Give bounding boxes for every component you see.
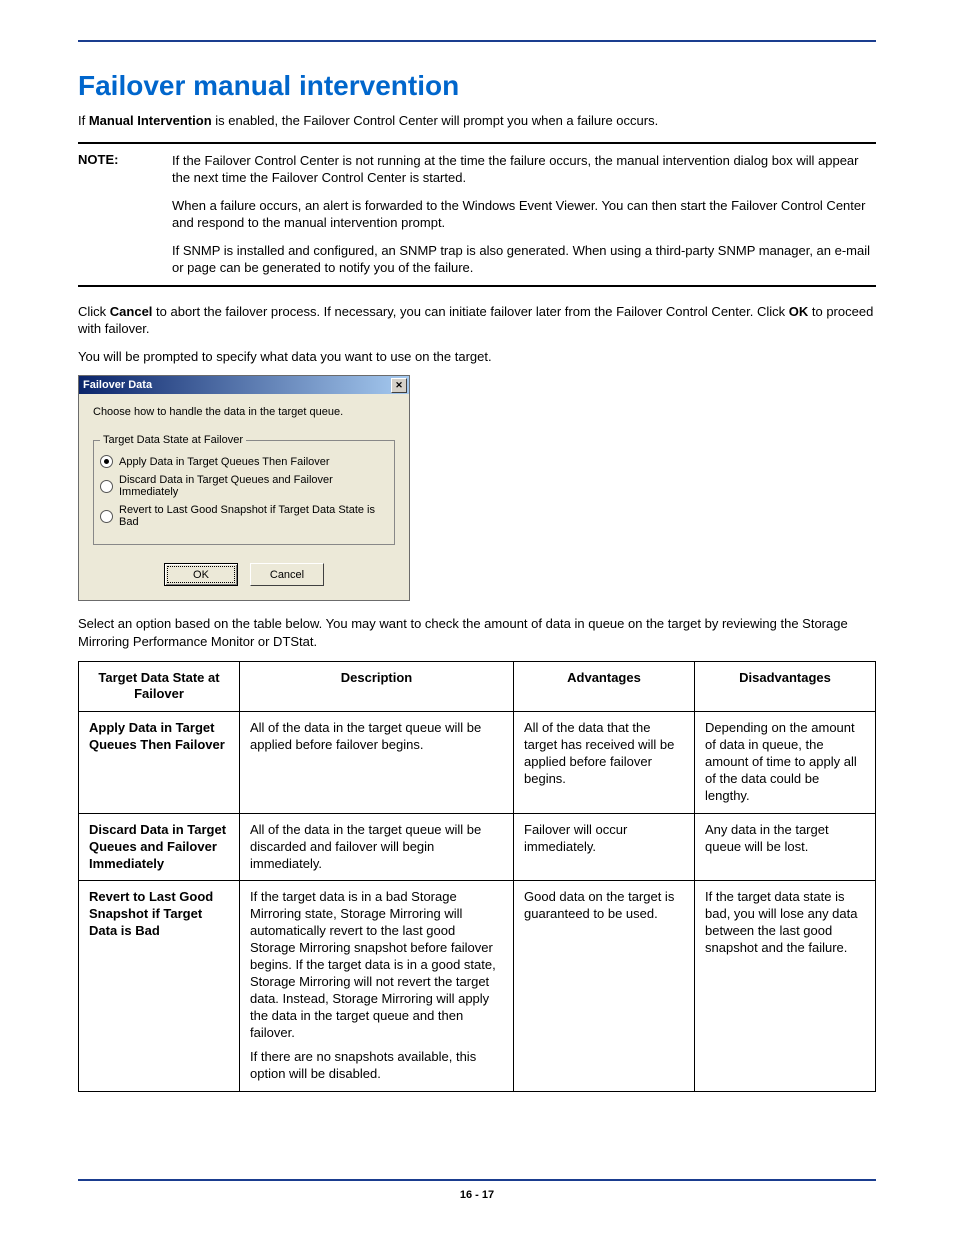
click-prefix: Click — [78, 304, 110, 319]
close-icon[interactable]: ✕ — [391, 378, 407, 393]
select-paragraph: Select an option based on the table belo… — [78, 615, 876, 650]
note-paragraph: When a failure occurs, an alert is forwa… — [172, 197, 876, 232]
click-paragraph: Click Cancel to abort the failover proce… — [78, 303, 876, 338]
cancel-button[interactable]: Cancel — [250, 563, 324, 586]
prompt-paragraph: You will be prompted to specify what dat… — [78, 348, 876, 366]
desc-para: If the target data is in a bad Storage M… — [250, 889, 503, 1041]
click-mid: to abort the failover process. If necess… — [152, 304, 788, 319]
failover-data-dialog: Failover Data ✕ Choose how to handle the… — [78, 375, 410, 601]
desc-para: All of the data in the target queue will… — [250, 822, 503, 873]
intro-suffix: is enabled, the Failover Control Center … — [212, 113, 659, 128]
note-box: NOTE: If the Failover Control Center is … — [78, 142, 876, 287]
intro-bold: Manual Intervention — [89, 113, 212, 128]
cell-adv: Good data on the target is guaranteed to… — [514, 881, 695, 1092]
note-paragraph: If SNMP is installed and configured, an … — [172, 242, 876, 277]
th-target-state: Target Data State at Failover — [79, 661, 240, 712]
table-row: Apply Data in Target Queues Then Failove… — [79, 712, 876, 813]
target-data-state-group: Target Data State at Failover Apply Data… — [93, 440, 395, 545]
cell-dis: Any data in the target queue will be los… — [695, 813, 876, 881]
note-paragraph: If the Failover Control Center is not ru… — [172, 152, 876, 187]
th-description: Description — [240, 661, 514, 712]
radio-option-discard[interactable]: Discard Data in Target Queues and Failov… — [100, 474, 388, 498]
cell-name: Apply Data in Target Queues Then Failove… — [79, 712, 240, 813]
desc-para: If there are no snapshots available, thi… — [250, 1049, 503, 1083]
radio-icon — [100, 510, 113, 523]
page-number: 16 - 17 — [0, 1189, 954, 1201]
ok-bold: OK — [789, 304, 809, 319]
radio-option-apply[interactable]: Apply Data in Target Queues Then Failove… — [100, 455, 388, 468]
radio-label: Apply Data in Target Queues Then Failove… — [119, 456, 330, 468]
page-title: Failover manual intervention — [78, 70, 876, 102]
cell-desc: All of the data in the target queue will… — [240, 813, 514, 881]
cell-dis: If the target data state is bad, you wil… — [695, 881, 876, 1092]
intro-prefix: If — [78, 113, 89, 128]
dialog-title: Failover Data — [83, 379, 152, 391]
cell-name: Discard Data in Target Queues and Failov… — [79, 813, 240, 881]
ok-button[interactable]: OK — [164, 563, 238, 586]
cell-adv: Failover will occur immediately. — [514, 813, 695, 881]
table-row: Discard Data in Target Queues and Failov… — [79, 813, 876, 881]
table-row: Revert to Last Good Snapshot if Target D… — [79, 881, 876, 1092]
cell-desc: If the target data is in a bad Storage M… — [240, 881, 514, 1092]
cell-dis: Depending on the amount of data in queue… — [695, 712, 876, 813]
dialog-instruction: Choose how to handle the data in the tar… — [93, 406, 395, 418]
options-table: Target Data State at Failover Descriptio… — [78, 661, 876, 1093]
note-label: NOTE: — [78, 152, 138, 277]
radio-label: Discard Data in Target Queues and Failov… — [119, 474, 388, 498]
cancel-bold: Cancel — [110, 304, 153, 319]
group-legend: Target Data State at Failover — [100, 434, 246, 446]
cell-name: Revert to Last Good Snapshot if Target D… — [79, 881, 240, 1092]
desc-para: All of the data in the target queue will… — [250, 720, 503, 754]
radio-option-revert[interactable]: Revert to Last Good Snapshot if Target D… — [100, 504, 388, 528]
th-advantages: Advantages — [514, 661, 695, 712]
cell-adv: All of the data that the target has rece… — [514, 712, 695, 813]
cell-desc: All of the data in the target queue will… — [240, 712, 514, 813]
radio-icon — [100, 455, 113, 468]
radio-icon — [100, 480, 113, 493]
intro-paragraph: If Manual Intervention is enabled, the F… — [78, 112, 876, 130]
th-disadvantages: Disadvantages — [695, 661, 876, 712]
radio-label: Revert to Last Good Snapshot if Target D… — [119, 504, 388, 528]
